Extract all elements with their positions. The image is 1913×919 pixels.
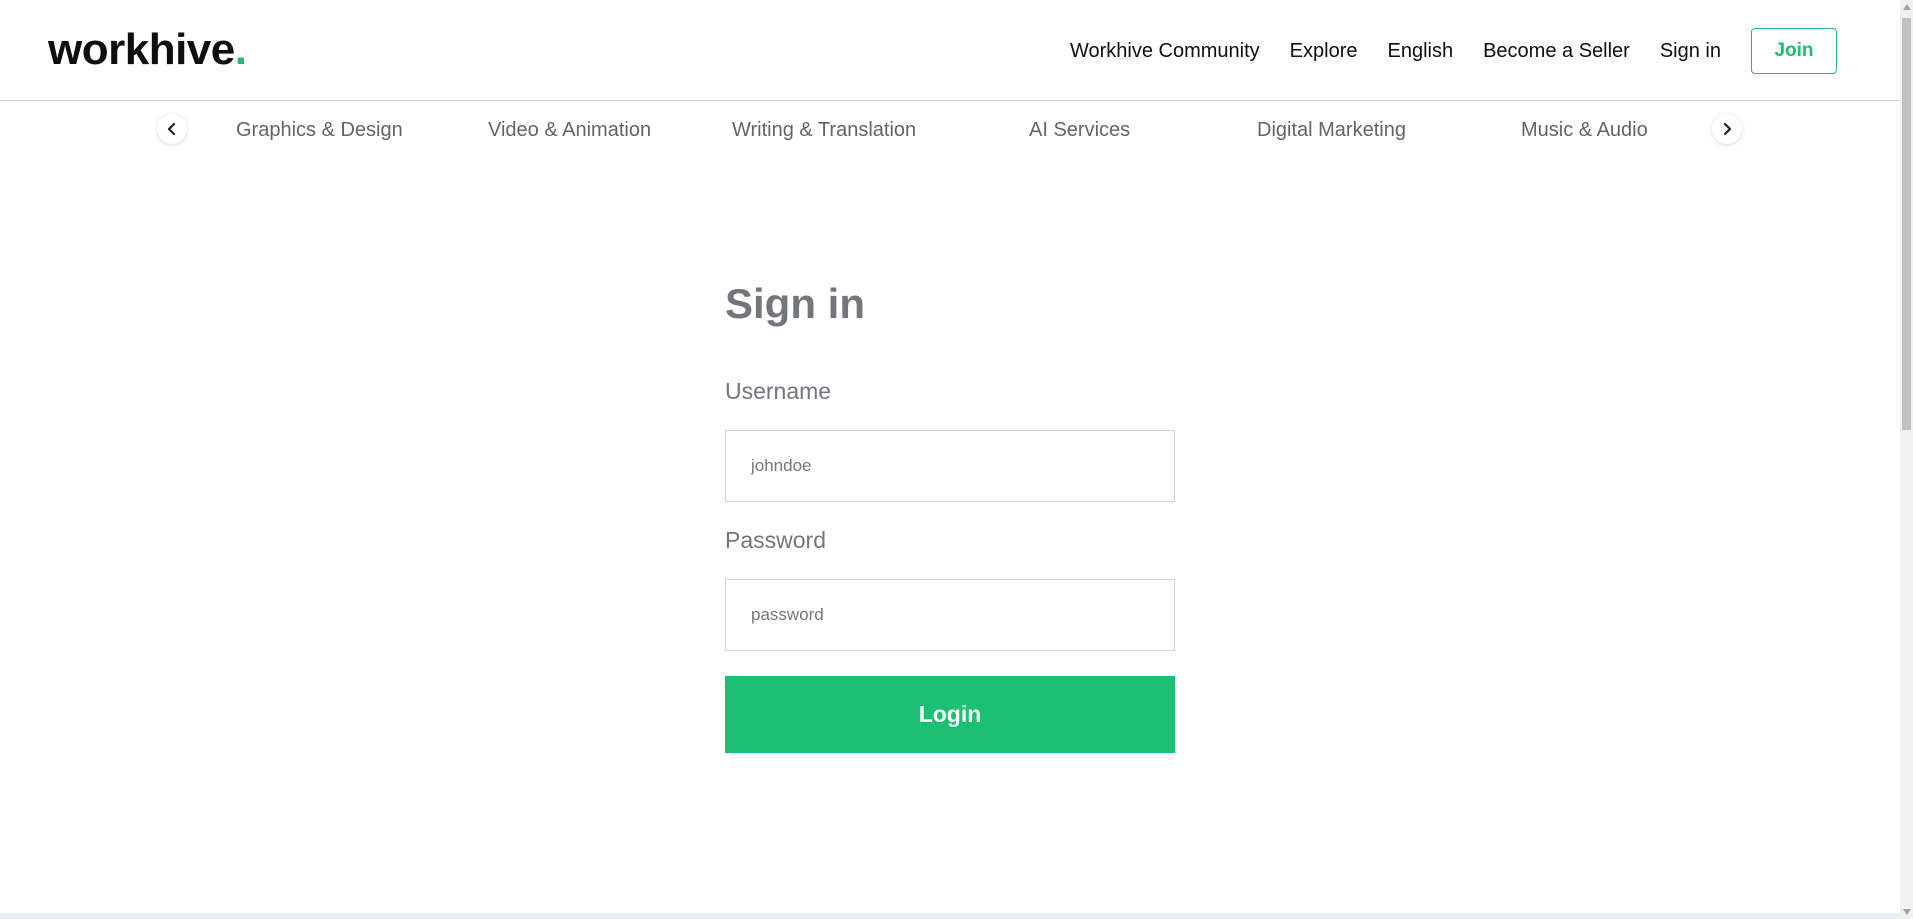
join-button[interactable]: Join [1751, 28, 1837, 74]
top-header: workhive. Workhive Community Explore Eng… [0, 0, 1900, 101]
category-nav: Graphics & Design Video & Animation Writ… [0, 101, 1900, 157]
triangle-down-icon [1902, 909, 1911, 915]
category-prev-button[interactable] [157, 114, 187, 144]
nav-signin-link[interactable]: Sign in [1660, 27, 1721, 75]
category-item-digital-marketing[interactable]: Digital Marketing [1257, 117, 1406, 143]
logo[interactable]: workhive. [48, 22, 247, 78]
nav-community-link[interactable]: Workhive Community [1070, 27, 1260, 75]
chevron-right-icon [1723, 122, 1732, 136]
triangle-up-icon [1902, 4, 1911, 10]
chevron-left-icon [167, 122, 176, 136]
bottom-strip [0, 913, 1900, 919]
category-item-writing-translation[interactable]: Writing & Translation [732, 117, 916, 143]
page: workhive. Workhive Community Explore Eng… [0, 0, 1913, 919]
signin-form: Sign in Username Password Login [725, 270, 1175, 753]
scroll-thumb[interactable] [1902, 18, 1911, 430]
signin-title: Sign in [725, 280, 865, 327]
category-item-ai-services[interactable]: AI Services [1029, 117, 1130, 143]
username-label: Username [725, 378, 832, 404]
category-item-music-audio[interactable]: Music & Audio [1521, 117, 1648, 143]
top-nav: Workhive Community Explore English Becom… [1070, 27, 1837, 75]
login-button[interactable]: Login [725, 676, 1175, 753]
logo-dot: . [234, 25, 247, 74]
password-input[interactable] [725, 579, 1175, 651]
scroll-up-arrow[interactable] [1900, 0, 1913, 14]
category-item-video-animation[interactable]: Video & Animation [488, 117, 651, 143]
nav-language-link[interactable]: English [1387, 27, 1453, 75]
category-item-graphics-design[interactable]: Graphics & Design [236, 117, 403, 143]
username-input[interactable] [725, 430, 1175, 502]
password-label: Password [725, 527, 826, 553]
category-next-button[interactable] [1712, 114, 1742, 144]
nav-explore-link[interactable]: Explore [1290, 27, 1358, 75]
vertical-scrollbar[interactable] [1900, 0, 1913, 919]
nav-become-seller-link[interactable]: Become a Seller [1483, 27, 1630, 75]
scroll-down-arrow[interactable] [1900, 905, 1913, 919]
logo-text: workhive [48, 25, 235, 74]
